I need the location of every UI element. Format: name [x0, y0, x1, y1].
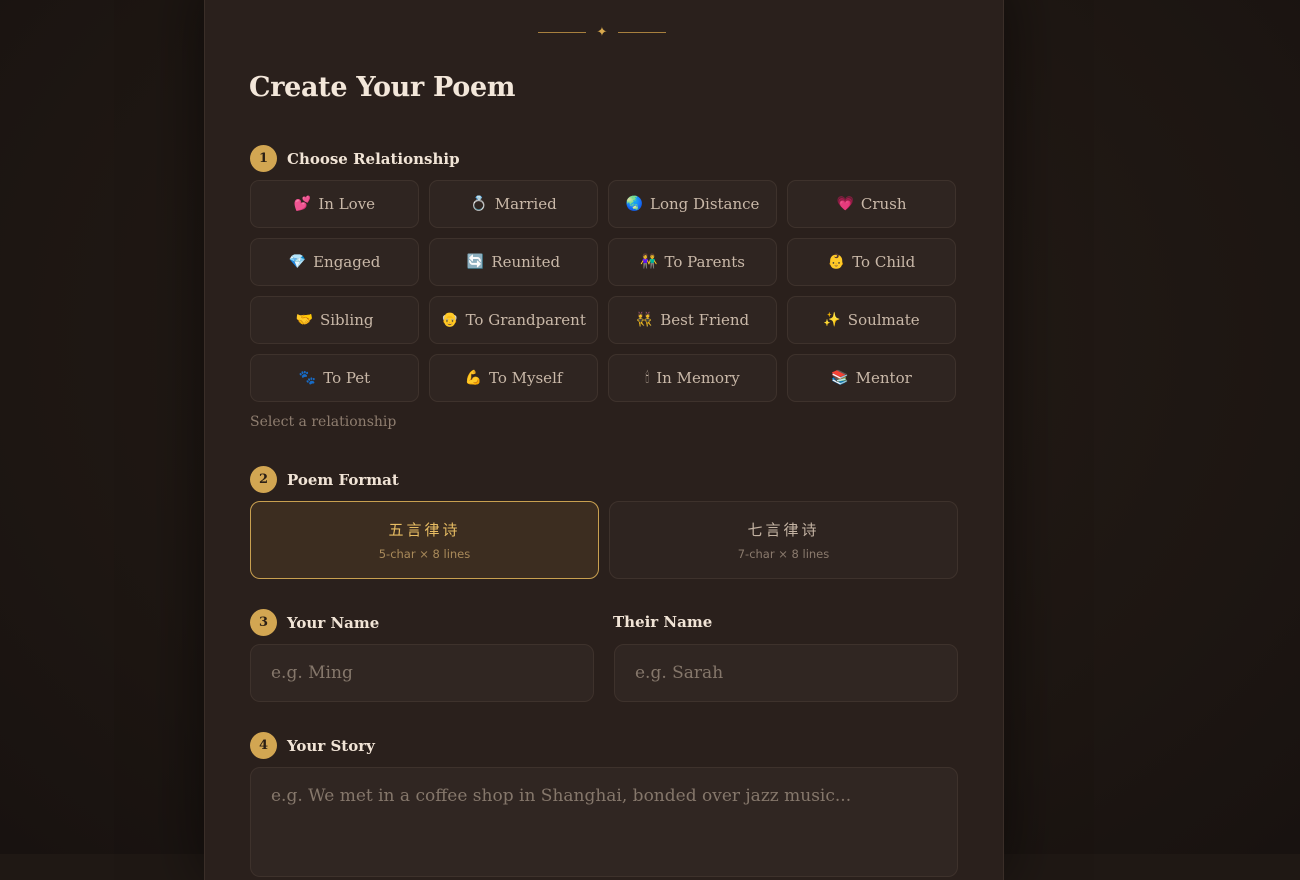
relationship-option-engaged[interactable]: 💎 Engaged	[250, 238, 419, 286]
step-number-badge: 1	[250, 145, 277, 172]
handshake-icon: 🤝	[295, 312, 313, 328]
step-story-header: 4 Your Story	[250, 732, 375, 759]
relationship-option-soulmate[interactable]: ✨ Soulmate	[787, 296, 956, 344]
relationship-label: Reunited	[491, 253, 561, 271]
relationship-label: Soulmate	[847, 311, 920, 329]
growing-heart-icon: 💗	[836, 196, 854, 212]
relationship-option-to-pet[interactable]: 🐾 To Pet	[250, 354, 419, 402]
friends-icon: 👯	[635, 312, 654, 328]
step-format-header: 2 Poem Format	[250, 466, 399, 493]
candle-icon: 🕯	[645, 370, 650, 386]
relationship-option-to-grandparent[interactable]: 👴 To Grandparent	[429, 296, 598, 344]
relationship-option-crush[interactable]: 💗 Crush	[787, 180, 956, 228]
relationship-grid: 💕 In Love 💍 Married 🌏 Long Distance 💗 Crush 💎 Eng…	[250, 180, 958, 402]
relationship-option-in-love[interactable]: 💕 In Love	[250, 180, 419, 228]
step-label: Your Story	[287, 736, 375, 755]
your-name-input[interactable]	[250, 644, 594, 702]
relationship-label: Engaged	[313, 253, 381, 271]
relationship-option-married[interactable]: 💍 Married	[429, 180, 598, 228]
books-icon: 📚	[831, 370, 849, 386]
format-name: 五言律诗	[388, 521, 461, 539]
relationship-label: In Love	[318, 195, 376, 213]
relationship-label: To Parents	[664, 253, 745, 271]
ring-icon: 💍	[470, 196, 488, 212]
relationship-option-in-memory[interactable]: 🕯 In Memory	[608, 354, 777, 402]
step-label: Choose Relationship	[287, 149, 460, 168]
two-hearts-icon: 💕	[293, 196, 312, 212]
relationship-label: In Memory	[656, 369, 740, 387]
relationship-option-to-myself[interactable]: 💪 To Myself	[429, 354, 598, 402]
step-number-badge: 4	[250, 732, 277, 759]
globe-icon: 🌏	[625, 196, 643, 212]
format-description: 7-char × 8 lines	[737, 547, 830, 561]
step-names-header: 3 Your Name	[250, 609, 379, 636]
arrows-cycle-icon: 🔄	[466, 254, 485, 270]
relationship-label: Crush	[860, 195, 907, 213]
relationship-label: Mentor	[855, 369, 912, 387]
baby-icon: 👶	[827, 254, 846, 270]
ornament-line-left	[538, 31, 586, 33]
your-name-label: Your Name	[287, 613, 380, 632]
relationship-option-reunited[interactable]: 🔄 Reunited	[429, 238, 598, 286]
step-number-badge: 3	[250, 609, 277, 636]
relationship-option-mentor[interactable]: 📚 Mentor	[787, 354, 956, 402]
page-title: Create Your Poem	[249, 72, 516, 103]
relationship-label: To Pet	[323, 369, 371, 387]
format-name: 七言律诗	[747, 521, 820, 539]
format-option-qiyan[interactable]: 七言律诗 7-char × 8 lines	[609, 501, 958, 579]
relationship-label: Sibling	[319, 311, 374, 329]
story-textarea[interactable]	[250, 767, 958, 877]
old-man-icon: 👴	[441, 312, 459, 328]
step-label: Poem Format	[287, 470, 399, 489]
flexed-arm-icon: 💪	[464, 370, 483, 386]
gem-icon: 💎	[288, 254, 307, 270]
their-name-input[interactable]	[614, 644, 958, 702]
relationship-label: To Child	[852, 253, 916, 271]
paw-prints-icon: 🐾	[298, 370, 317, 386]
format-option-wuyan[interactable]: 五言律诗 5-char × 8 lines	[250, 501, 599, 579]
relationship-label: Best Friend	[660, 311, 750, 329]
sparkle-icon: ✦	[596, 24, 608, 40]
step-number-badge: 2	[250, 466, 277, 493]
relationship-label: Long Distance	[649, 195, 760, 213]
sparkles-icon: ✨	[823, 312, 841, 328]
relationship-label: To Myself	[489, 369, 563, 387]
step-relationship-header: 1 Choose Relationship	[250, 145, 460, 172]
header-ornament: ✦	[538, 22, 666, 42]
relationship-option-best-friend[interactable]: 👯 Best Friend	[608, 296, 777, 344]
ornament-line-right	[618, 31, 666, 33]
relationship-hint: Select a relationship	[250, 414, 397, 430]
relationship-option-long-distance[interactable]: 🌏 Long Distance	[608, 180, 777, 228]
relationship-label: Married	[494, 195, 557, 213]
couple-icon: 👫	[640, 254, 658, 270]
their-name-label: Their Name	[613, 613, 713, 631]
format-description: 5-char × 8 lines	[378, 547, 471, 561]
relationship-label: To Grandparent	[465, 311, 586, 329]
relationship-option-to-parents[interactable]: 👫 To Parents	[608, 238, 777, 286]
relationship-option-to-child[interactable]: 👶 To Child	[787, 238, 956, 286]
relationship-option-sibling[interactable]: 🤝 Sibling	[250, 296, 419, 344]
